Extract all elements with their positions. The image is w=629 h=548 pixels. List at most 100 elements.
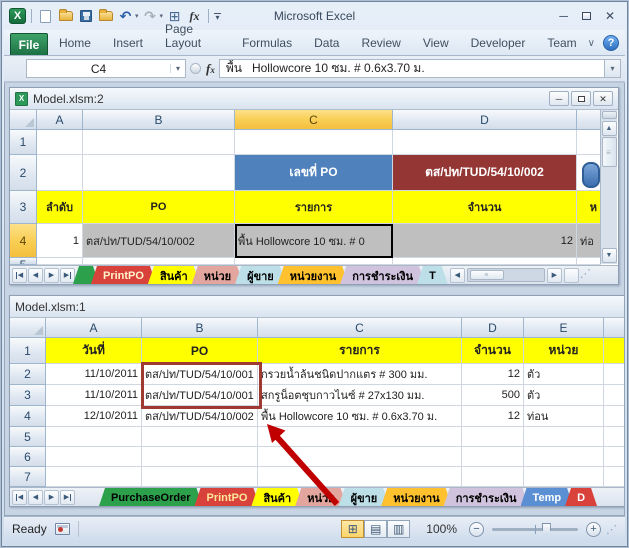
prev-sheet-icon[interactable]: ◀ <box>28 490 43 505</box>
tab-formulas[interactable]: Formulas <box>231 33 303 55</box>
cell-C3[interactable]: สกรูน็อตชุบกาวไนซ์ # 27x130 มม. <box>258 385 462 406</box>
tab-payment[interactable]: การชำระเงิน <box>444 488 529 506</box>
tab-d-partial[interactable]: D <box>565 488 597 506</box>
cell-E1-partial[interactable] <box>577 130 601 155</box>
hscroll-thumb[interactable]: ≡ <box>470 270 504 280</box>
open-icon[interactable] <box>57 8 74 24</box>
cell-A3[interactable]: ลำดับ <box>37 191 83 224</box>
tab-printpo[interactable]: PrintPO <box>194 488 259 506</box>
tab-nuay[interactable]: หน่วย <box>192 266 243 284</box>
cell-D5[interactable] <box>462 427 524 447</box>
cell-C1[interactable]: รายการ <box>258 338 462 364</box>
vertical-scrollbar[interactable]: ▲ ≡ ▼ <box>600 110 617 264</box>
last-sheet-icon[interactable]: ▶ <box>60 268 75 283</box>
page-break-view-icon[interactable]: ▥ <box>387 520 410 538</box>
cell-D3[interactable]: จำนวน <box>393 191 577 224</box>
sheet-grid[interactable]: A B C D E 1 วันที่ PO รายการ จำนวน หน่วย <box>10 318 625 487</box>
child-restore-button[interactable] <box>571 91 591 106</box>
open-folder-icon[interactable] <box>97 8 114 24</box>
cell-F5-partial[interactable] <box>604 427 625 447</box>
column-header-E[interactable]: E <box>524 318 604 338</box>
column-header-E-partial[interactable] <box>577 110 601 130</box>
row-header-2[interactable]: 2 <box>10 155 37 191</box>
zoom-slider-handle[interactable] <box>542 523 551 535</box>
zoom-level[interactable]: 100% <box>426 522 457 536</box>
cell-E3[interactable]: ตัว <box>524 385 604 406</box>
cell-E2-partial[interactable] <box>577 155 601 191</box>
prev-sheet-icon[interactable]: ◀ <box>28 268 43 283</box>
next-sheet-icon[interactable]: ▶ <box>44 490 59 505</box>
zoom-out-icon[interactable]: − <box>469 522 484 537</box>
cell-E3-partial[interactable]: ห <box>577 191 601 224</box>
cell-D3[interactable]: 500 <box>462 385 524 406</box>
column-header-C[interactable]: C <box>258 318 462 338</box>
first-sheet-icon[interactable]: ◀ <box>12 268 27 283</box>
resize-grip-icon[interactable] <box>581 266 591 280</box>
child-minimize-button[interactable]: ─ <box>549 91 569 106</box>
scroll-down-icon[interactable]: ▼ <box>602 248 617 263</box>
window2-title-bar[interactable]: Model.xlsm:2 ─ ✕ <box>10 88 618 110</box>
cell-B2[interactable] <box>83 155 235 191</box>
row-header-3[interactable]: 3 <box>10 191 37 224</box>
child-close-button[interactable]: ✕ <box>593 91 613 106</box>
cell-A4[interactable]: 12/10/2011 <box>46 406 142 427</box>
name-box-value[interactable]: C4 <box>27 62 170 76</box>
select-all-corner[interactable] <box>10 110 37 130</box>
excel-logo-icon[interactable]: X <box>9 8 26 24</box>
zoom-in-icon[interactable]: + <box>586 522 601 537</box>
column-header-D[interactable]: D <box>393 110 577 130</box>
tab-data[interactable]: Data <box>303 33 350 55</box>
tab-nuaysngan[interactable]: หน่วยงาน <box>278 266 348 284</box>
cell-F4-partial[interactable] <box>604 406 625 427</box>
undo-dropdown-icon[interactable]: ▾ <box>135 12 139 20</box>
table-properties-icon[interactable]: ⊞ <box>166 8 183 24</box>
cell-B4[interactable]: ตส/ปท/TUD/54/10/002 <box>142 406 258 427</box>
cell-A5-partial[interactable] <box>37 258 83 265</box>
cell-E4[interactable]: ท่อน <box>524 406 604 427</box>
cell-F7-partial[interactable] <box>604 467 625 487</box>
cell-D2-po-number[interactable]: ตส/ปท/TUD/54/10/002 <box>393 155 577 191</box>
first-sheet-icon[interactable]: ◀ <box>12 490 27 505</box>
cell-C1[interactable] <box>235 130 393 155</box>
formula-input[interactable]: พื้น Hollowcore 10 ซม. # 0.6x3.70 ม. <box>219 59 605 78</box>
redo-dropdown-icon[interactable]: ▾ <box>160 12 164 20</box>
cell-C5[interactable] <box>258 427 462 447</box>
tab-nuay[interactable]: หน่วย <box>295 488 346 506</box>
redo-icon[interactable]: ↷ <box>142 8 159 24</box>
row-header-2[interactable]: 2 <box>10 364 46 385</box>
minimize-button[interactable]: ─ <box>559 11 568 21</box>
cell-C3[interactable]: รายการ <box>235 191 393 224</box>
cell-E7[interactable] <box>524 467 604 487</box>
cell-A4[interactable]: 1 <box>37 224 83 258</box>
next-sheet-icon[interactable]: ▶ <box>44 268 59 283</box>
cell-E5[interactable] <box>524 427 604 447</box>
cell-A2[interactable]: 11/10/2011 <box>46 364 142 385</box>
scroll-up-icon[interactable]: ▲ <box>602 121 617 136</box>
cell-D6[interactable] <box>462 447 524 467</box>
cell-A1[interactable]: วันที่ <box>46 338 142 364</box>
cell-B5-partial[interactable] <box>83 258 235 265</box>
undo-icon[interactable]: ↶ <box>117 8 134 24</box>
cell-C4[interactable]: พื้น Hollowcore 10 ซม. # 0.6x3.70 ม. <box>258 406 462 427</box>
cell-C2-po-label[interactable]: เลขที่ PO <box>235 155 393 191</box>
cell-D4[interactable]: 12 <box>393 224 577 258</box>
cell-D5-partial[interactable] <box>393 258 577 265</box>
column-header-D[interactable]: D <box>462 318 524 338</box>
title-bar[interactable]: X ↶▾ ↷▾ ⊞ fx ▾ Microsoft Excel ─ ✕ <box>4 2 625 30</box>
column-header-A[interactable]: A <box>46 318 142 338</box>
cell-D4[interactable]: 12 <box>462 406 524 427</box>
zoom-slider[interactable] <box>492 528 578 531</box>
tab-sinkha[interactable]: สินค้า <box>148 266 200 284</box>
tab-temp[interactable]: Temp <box>521 488 574 506</box>
cell-C7[interactable] <box>258 467 462 487</box>
row-header-3[interactable]: 3 <box>10 385 46 406</box>
cell-F3-partial[interactable] <box>604 385 625 406</box>
tab-printpo[interactable]: PrintPO <box>91 266 156 284</box>
cell-E4-partial[interactable]: ท่อ <box>577 224 601 258</box>
cell-D1[interactable] <box>393 130 577 155</box>
tab-file[interactable]: File <box>10 33 48 55</box>
column-header-A[interactable]: A <box>37 110 83 130</box>
blue-button-partial[interactable] <box>582 162 600 188</box>
row-header-5-partial[interactable]: 5 <box>10 258 37 265</box>
tab-phukhai[interactable]: ผู้ขาย <box>339 488 390 506</box>
